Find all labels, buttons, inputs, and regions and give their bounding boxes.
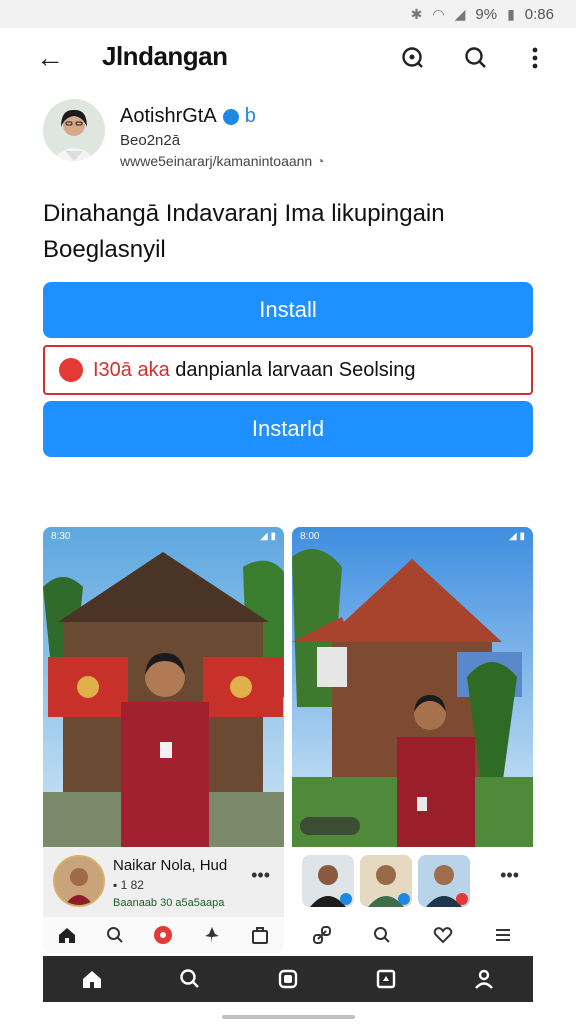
app-bar: ← Jlndangan bbox=[0, 28, 576, 86]
page-title: Jlndangan bbox=[102, 41, 228, 71]
profile-icon[interactable] bbox=[467, 962, 501, 996]
profile-url: wwwe5einararj/kamanintoaann bbox=[120, 153, 313, 169]
wifi-icon: ◠ bbox=[432, 5, 445, 22]
heart-icon[interactable] bbox=[431, 923, 455, 947]
card-time: 8:00 bbox=[300, 531, 320, 542]
avatar[interactable] bbox=[43, 99, 105, 161]
bluetooth-icon: ✱ bbox=[410, 5, 423, 22]
info-subtitle: ▪ 1 82 bbox=[113, 878, 144, 892]
warning-text: danpianla larvaan Seolsing bbox=[175, 358, 416, 381]
clock: 0:86 bbox=[524, 5, 554, 23]
thumbnail-avatar[interactable] bbox=[53, 855, 105, 907]
headline-text: Dinahangā Indavaranj Ima likupingain Boe… bbox=[43, 200, 445, 263]
install-button[interactable]: Install bbox=[43, 282, 533, 338]
card-signal-icon: ◢ ▮ bbox=[260, 531, 276, 542]
signal-icon: ◢ bbox=[454, 5, 466, 22]
back-arrow-icon[interactable]: ← bbox=[36, 40, 72, 76]
verified-badge-icon bbox=[222, 108, 239, 125]
card-bottom-nav bbox=[292, 917, 533, 953]
tray-avatar-3[interactable] bbox=[418, 855, 470, 907]
badge-label: b bbox=[244, 105, 256, 127]
card-info-bar: Naikar Nola, Hud ▪ 1 82 Baanaab 30 a5a5a… bbox=[43, 847, 284, 917]
home-icon[interactable] bbox=[55, 923, 79, 947]
more-vert-icon[interactable] bbox=[518, 41, 552, 75]
house-photo-1 bbox=[43, 527, 284, 847]
card-icon: ▪ bbox=[113, 878, 121, 892]
card-time: 8:30 bbox=[51, 531, 71, 542]
card-bottom-nav bbox=[43, 917, 284, 953]
home-icon[interactable] bbox=[75, 962, 109, 996]
avatar-tray: ••• bbox=[292, 847, 533, 917]
warning-icon bbox=[59, 358, 83, 382]
screenshot-card-1[interactable]: 8:30 ◢ ▮ Naikar Nola, Hud ▪ 1 82 Baanaab… bbox=[43, 527, 284, 953]
search-icon[interactable] bbox=[459, 41, 493, 75]
home-indicator[interactable] bbox=[222, 1015, 355, 1019]
lens-search-icon[interactable] bbox=[396, 41, 430, 75]
link-icon[interactable] bbox=[310, 923, 334, 947]
profile-name: AotishrGtA bbox=[120, 105, 217, 127]
library-icon[interactable] bbox=[369, 962, 403, 996]
tray-avatar-2[interactable] bbox=[360, 855, 412, 907]
warning-prefix: I30ā aka bbox=[93, 358, 170, 381]
search-icon[interactable] bbox=[173, 962, 207, 996]
search-icon[interactable] bbox=[370, 923, 394, 947]
battery-icon: ▮ bbox=[507, 5, 515, 22]
status-bar: ✱ ◠ ◢ 9% ▮ 0:86 bbox=[0, 0, 576, 28]
install-button-secondary[interactable]: Instarld bbox=[43, 401, 533, 457]
bottom-nav bbox=[43, 956, 533, 1002]
screenshot-card-2[interactable]: 8:00 ◢ ▮ ••• bbox=[292, 527, 533, 953]
info-title: Naikar Nola, Hud bbox=[113, 857, 228, 874]
tray-avatar-1[interactable] bbox=[302, 855, 354, 907]
info-icon: ◔ bbox=[316, 153, 325, 169]
menu-icon[interactable] bbox=[491, 923, 515, 947]
info-tag: Baanaab 30 a5a5aapa bbox=[113, 897, 225, 909]
more-horiz-icon[interactable]: ••• bbox=[500, 865, 519, 886]
card-status-bar: 8:00 ◢ ▮ bbox=[300, 531, 525, 542]
search-icon[interactable] bbox=[103, 923, 127, 947]
profile-name-row: AotishrGtA b bbox=[120, 105, 256, 128]
card-signal-icon: ◢ ▮ bbox=[509, 531, 525, 542]
pin-icon[interactable] bbox=[200, 923, 224, 947]
profile-url-row[interactable]: wwwe5einararj/kamanintoaann ◔ bbox=[120, 153, 325, 169]
record-icon[interactable] bbox=[151, 923, 175, 947]
house-photo-2 bbox=[292, 527, 533, 847]
profile-subtitle: Beo2n2ā bbox=[120, 132, 181, 149]
apps-icon[interactable] bbox=[271, 962, 305, 996]
more-horiz-icon[interactable]: ••• bbox=[251, 865, 270, 886]
battery-percent: 9% bbox=[475, 5, 498, 23]
bag-icon[interactable] bbox=[248, 923, 272, 947]
warning-banner: I30ā aka danpianla larvaan Seolsing bbox=[43, 345, 533, 395]
card-status-bar: 8:30 ◢ ▮ bbox=[51, 531, 276, 542]
